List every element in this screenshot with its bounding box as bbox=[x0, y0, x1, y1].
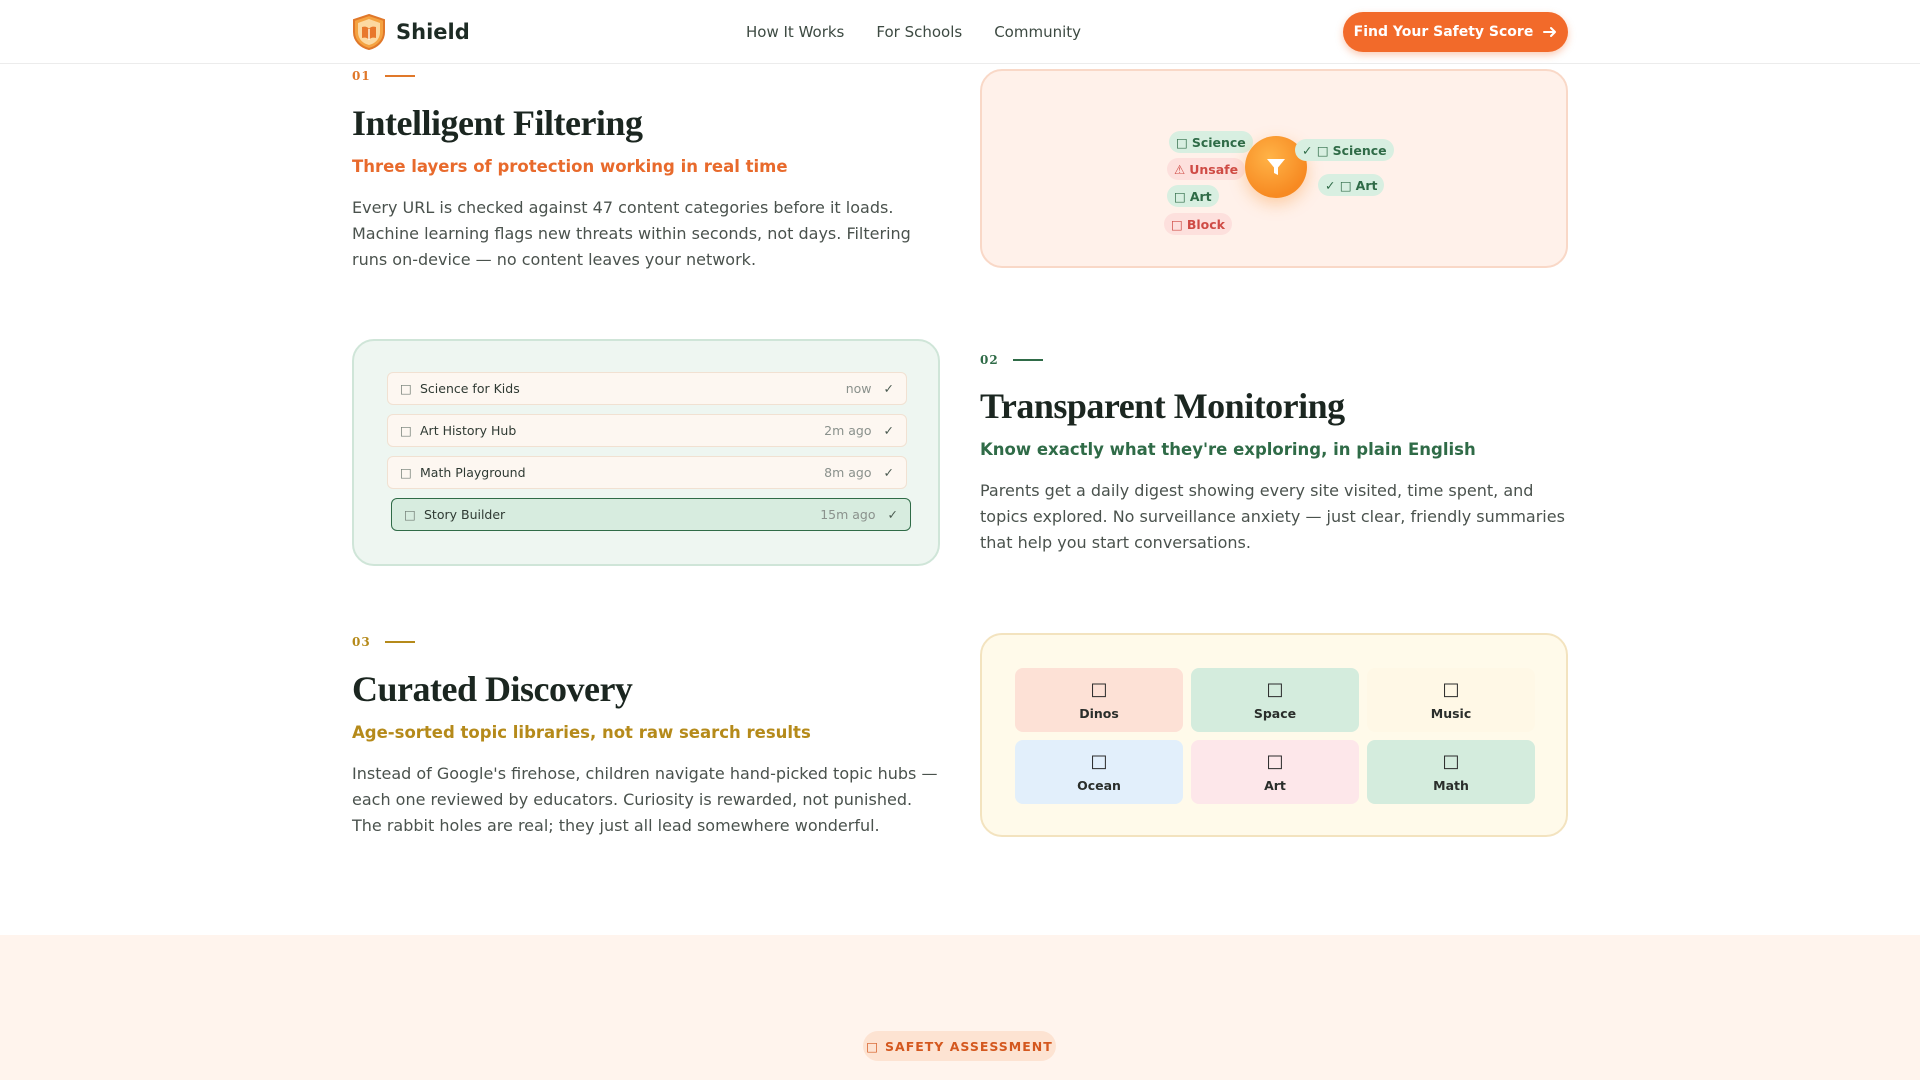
topic-label: Space bbox=[1253, 705, 1297, 721]
divider-line bbox=[384, 75, 415, 77]
activity-time: 15m ago bbox=[820, 507, 876, 522]
check-icon: ✓ bbox=[883, 423, 894, 438]
chip-label: Unsafe bbox=[1189, 161, 1239, 177]
arrow-right-icon bbox=[1543, 27, 1557, 37]
brand[interactable]: Shield bbox=[352, 14, 470, 50]
divider-line bbox=[384, 641, 415, 643]
check-icon: ✓ bbox=[883, 465, 894, 480]
find-safety-score-button[interactable]: Find Your Safety Score bbox=[1343, 12, 1568, 52]
nav-links: How It Works For Schools Community bbox=[746, 0, 1081, 64]
chip-label: Block bbox=[1186, 216, 1225, 232]
chip-label: Art bbox=[1189, 188, 1212, 204]
input-chip-art: □ Art bbox=[1167, 185, 1219, 207]
feature-subtitle: Know exactly what they're exploring, in … bbox=[980, 440, 1476, 459]
nav-link-community[interactable]: Community bbox=[994, 23, 1081, 41]
topic-label: Ocean bbox=[1077, 777, 1121, 793]
chip-label: Science bbox=[1332, 142, 1387, 158]
badge-label: SAFETY ASSESSMENT bbox=[885, 1038, 1053, 1054]
nav-link-for-schools[interactable]: For Schools bbox=[876, 23, 962, 41]
feature-number-label: 02 bbox=[980, 353, 999, 367]
calculator-icon: □ bbox=[1442, 750, 1460, 772]
chip-icon: □ bbox=[1171, 216, 1183, 232]
filter-visual-card: □ Science ⚠ Unsafe □ Art □ Block ✓ □ Sci… bbox=[980, 69, 1568, 268]
dino-icon: □ bbox=[1090, 678, 1108, 700]
input-chip-unsafe: ⚠ Unsafe bbox=[1167, 158, 1246, 180]
site-icon: □ bbox=[400, 423, 412, 438]
shield-icon: □ bbox=[866, 1038, 880, 1054]
topic-label: Music bbox=[1430, 705, 1472, 721]
feature-body: Parents get a daily digest showing every… bbox=[980, 481, 1565, 552]
music-icon: □ bbox=[1442, 678, 1460, 700]
feature-number-01: 01 bbox=[352, 69, 415, 83]
activity-site-name: Math Playground bbox=[420, 465, 526, 480]
rocket-icon: □ bbox=[1266, 678, 1284, 700]
activity-row: □ Art History Hub 2m ago ✓ bbox=[387, 414, 907, 447]
activity-site-name: Science for Kids bbox=[420, 381, 520, 396]
safety-assessment-badge: □ SAFETY ASSESSMENT bbox=[863, 1031, 1056, 1061]
nav-link-how-it-works[interactable]: How It Works bbox=[746, 23, 844, 41]
feature-body: Instead of Google's firehose, children n… bbox=[352, 764, 938, 835]
feature-title-intelligent-filtering: Intelligent Filtering bbox=[352, 103, 643, 143]
feature-number-label: 03 bbox=[352, 635, 371, 649]
feature-number-03: 03 bbox=[352, 635, 415, 649]
topic-tile-ocean[interactable]: □ Ocean bbox=[1015, 740, 1183, 804]
input-chip-science: □ Science bbox=[1169, 131, 1253, 153]
activity-row: □ Science for Kids now ✓ bbox=[387, 372, 907, 405]
site-icon: □ bbox=[400, 465, 412, 480]
feature-number-label: 01 bbox=[352, 69, 371, 83]
check-icon: ✓ bbox=[887, 507, 898, 522]
topic-label: Art bbox=[1264, 777, 1286, 793]
activity-time: now bbox=[845, 381, 872, 396]
check-icon: ✓ □ bbox=[1325, 177, 1352, 193]
divider-line bbox=[1012, 359, 1043, 361]
activity-site-name: Art History Hub bbox=[420, 423, 517, 438]
feature-subtitle: Three layers of protection working in re… bbox=[352, 157, 788, 176]
chip-icon: □ bbox=[1176, 134, 1188, 150]
activity-row: □ Math Playground 8m ago ✓ bbox=[387, 456, 907, 489]
topic-label: Dinos bbox=[1079, 705, 1119, 721]
top-nav: Shield How It Works For Schools Communit… bbox=[0, 0, 1920, 64]
output-chip-science: ✓ □ Science bbox=[1295, 139, 1394, 161]
topic-tile-art[interactable]: □ Art bbox=[1191, 740, 1359, 804]
feature-number-02: 02 bbox=[980, 353, 1043, 367]
site-icon: □ bbox=[400, 381, 412, 396]
topic-tile-music[interactable]: □ Music bbox=[1367, 668, 1535, 732]
brand-name: Shield bbox=[396, 20, 470, 44]
topics-visual-card: □ Dinos □ Space □ Music □ Ocean □ Art □ … bbox=[980, 633, 1568, 837]
check-icon: ✓ bbox=[883, 381, 894, 396]
chip-label: Art bbox=[1355, 177, 1378, 193]
topic-tile-dinos[interactable]: □ Dinos bbox=[1015, 668, 1183, 732]
site-icon: □ bbox=[404, 507, 416, 522]
activity-visual-card: □ Science for Kids now ✓ □ Art History H… bbox=[352, 339, 940, 566]
feature-title-curated-discovery: Curated Discovery bbox=[352, 669, 633, 709]
chip-label: Science bbox=[1191, 134, 1246, 150]
activity-row-active: □ Story Builder 15m ago ✓ bbox=[391, 498, 911, 531]
warning-icon: ⚠ bbox=[1174, 161, 1186, 177]
topic-label: Math bbox=[1433, 777, 1469, 793]
topic-tile-math[interactable]: □ Math bbox=[1367, 740, 1535, 804]
wave-icon: □ bbox=[1090, 750, 1108, 772]
cta-label: Find Your Safety Score bbox=[1353, 24, 1534, 40]
output-chip-art: ✓ □ Art bbox=[1318, 174, 1385, 196]
topic-tile-space[interactable]: □ Space bbox=[1191, 668, 1359, 732]
chip-icon: □ bbox=[1174, 188, 1186, 204]
activity-time: 2m ago bbox=[824, 423, 872, 438]
check-icon: ✓ □ bbox=[1302, 142, 1329, 158]
palette-icon: □ bbox=[1266, 750, 1284, 772]
feature-body: Every URL is checked against 47 content … bbox=[352, 198, 911, 269]
feature-title-transparent-monitoring: Transparent Monitoring bbox=[980, 386, 1345, 426]
activity-time: 8m ago bbox=[824, 465, 872, 480]
activity-site-name: Story Builder bbox=[424, 507, 506, 522]
shield-logo-icon bbox=[353, 14, 385, 50]
funnel-icon bbox=[1267, 159, 1285, 175]
input-chip-block: □ Block bbox=[1164, 213, 1232, 235]
feature-subtitle: Age-sorted topic libraries, not raw sear… bbox=[352, 723, 811, 742]
